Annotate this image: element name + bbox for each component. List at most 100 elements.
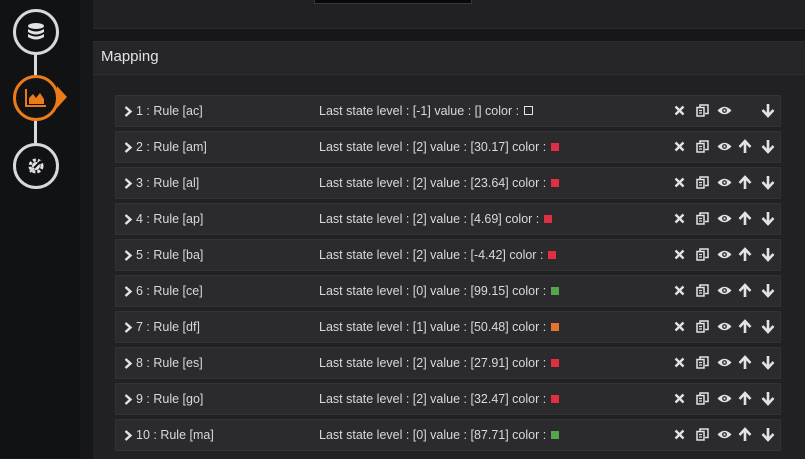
remove-rule-button[interactable] [671,356,687,372]
rule-name[interactable]: 5 : Rule [ba] [136,248,203,262]
move-up-button[interactable] [737,139,753,156]
step-general[interactable] [13,143,59,189]
copy-rule-button[interactable] [694,428,710,444]
move-up-button[interactable] [737,319,753,336]
remove-rule-button[interactable] [671,248,687,264]
toggle-visibility-button[interactable] [716,104,732,120]
move-down-button[interactable] [760,212,776,228]
copy-rule-button[interactable] [694,320,710,336]
arrow-up-icon [738,427,752,445]
eye-icon [717,321,732,335]
toggle-visibility-button[interactable] [716,176,732,192]
move-down-button[interactable] [760,176,776,192]
copy-icon [695,176,709,192]
rule-row[interactable]: 7 : Rule [df] Last state level : [1] valu… [115,311,781,343]
copy-icon [695,392,709,408]
move-down-button[interactable] [760,356,776,372]
chevron-right-icon[interactable] [124,214,133,228]
remove-rule-button[interactable] [671,212,687,228]
chevron-right-icon[interactable] [124,286,133,300]
eye-icon [717,393,732,407]
move-down-button[interactable] [760,248,776,264]
rule-row[interactable]: 8 : Rule [es] Last state level : [2] valu… [115,347,781,379]
chevron-right-icon[interactable] [124,394,133,408]
copy-rule-button[interactable] [694,104,710,120]
step-queries[interactable] [13,9,59,55]
eye-icon [717,105,732,119]
move-up-button[interactable] [737,247,753,264]
move-down-button[interactable] [760,284,776,300]
chevron-right-icon[interactable] [124,358,133,372]
move-up-button[interactable] [737,283,753,300]
top-input-field[interactable] [314,0,472,4]
rule-name[interactable]: 9 : Rule [go] [136,392,203,406]
toggle-visibility-button[interactable] [716,248,732,264]
chevron-right-icon[interactable] [124,250,133,264]
rule-row[interactable]: 6 : Rule [ce] Last state level : [0] valu… [115,275,781,307]
color-swatch [551,358,560,367]
move-up-button[interactable] [737,355,753,373]
chevron-right-icon[interactable] [124,430,133,444]
remove-rule-button[interactable] [671,392,687,408]
copy-rule-button[interactable] [694,392,710,408]
color-swatch [551,286,560,295]
move-down-button[interactable] [760,392,776,408]
copy-rule-button[interactable] [694,284,710,300]
copy-icon [695,284,709,300]
arrow-down-icon [761,175,775,193]
toggle-visibility-button[interactable] [716,428,732,444]
remove-rule-button[interactable] [671,176,687,192]
move-down-button[interactable] [760,104,776,120]
toggle-visibility-button[interactable] [716,320,732,336]
rule-name[interactable]: 8 : Rule [es] [136,356,203,370]
rule-row[interactable]: 4 : Rule [ap] Last state level : [2] valu… [115,203,781,235]
copy-rule-button[interactable] [694,176,710,192]
rule-row[interactable]: 1 : Rule [ac] Last state level : [-1] val… [115,95,781,127]
copy-rule-button[interactable] [694,212,710,228]
rule-row[interactable]: 5 : Rule [ba] Last state level : [2] valu… [115,239,781,271]
color-swatch [551,394,560,403]
arrow-up-icon [738,355,752,373]
rule-row[interactable]: 2 : Rule [am] Last state level : [2] valu… [115,131,781,163]
rule-name[interactable]: 2 : Rule [am] [136,140,207,154]
move-down-button[interactable] [760,320,776,336]
step-visualization[interactable] [13,75,59,121]
rule-row[interactable]: 10 : Rule [ma] Last state level : [0] val… [115,419,781,451]
remove-rule-button[interactable] [671,140,687,156]
move-up-button[interactable] [737,211,753,228]
remove-rule-button[interactable] [671,428,687,444]
rule-row[interactable]: 9 : Rule [go] Last state level : [2] valu… [115,383,781,415]
arrow-up-icon [738,391,752,409]
copy-rule-button[interactable] [694,140,710,156]
remove-rule-button[interactable] [671,104,687,120]
rule-name[interactable]: 4 : Rule [ap] [136,212,203,226]
chevron-right-icon[interactable] [124,106,133,120]
toggle-visibility-button[interactable] [716,392,732,408]
remove-rule-button[interactable] [671,320,687,336]
move-down-button[interactable] [760,428,776,444]
rule-name[interactable]: 10 : Rule [ma] [136,428,214,442]
arrow-down-icon [761,355,775,373]
move-up-button[interactable] [737,391,753,409]
rule-state: Last state level : [0] value : [87.71] c… [319,428,560,442]
toggle-visibility-button[interactable] [716,212,732,228]
copy-rule-button[interactable] [694,248,710,264]
rule-name[interactable]: 1 : Rule [ac] [136,104,203,118]
remove-icon [674,141,685,155]
chevron-right-icon[interactable] [124,322,133,336]
remove-rule-button[interactable] [671,284,687,300]
rule-name[interactable]: 3 : Rule [al] [136,176,199,190]
toggle-visibility-button[interactable] [716,356,732,372]
chevron-right-icon[interactable] [124,142,133,156]
move-up-button[interactable] [737,175,753,192]
move-up-button[interactable] [737,427,753,445]
rule-name[interactable]: 6 : Rule [ce] [136,284,203,298]
rule-name[interactable]: 7 : Rule [df] [136,320,200,334]
copy-rule-button[interactable] [694,356,710,372]
remove-icon [674,393,685,407]
move-down-button[interactable] [760,140,776,156]
rule-row[interactable]: 3 : Rule [al] Last state level : [2] valu… [115,167,781,199]
toggle-visibility-button[interactable] [716,284,732,300]
chevron-right-icon[interactable] [124,178,133,192]
toggle-visibility-button[interactable] [716,140,732,156]
